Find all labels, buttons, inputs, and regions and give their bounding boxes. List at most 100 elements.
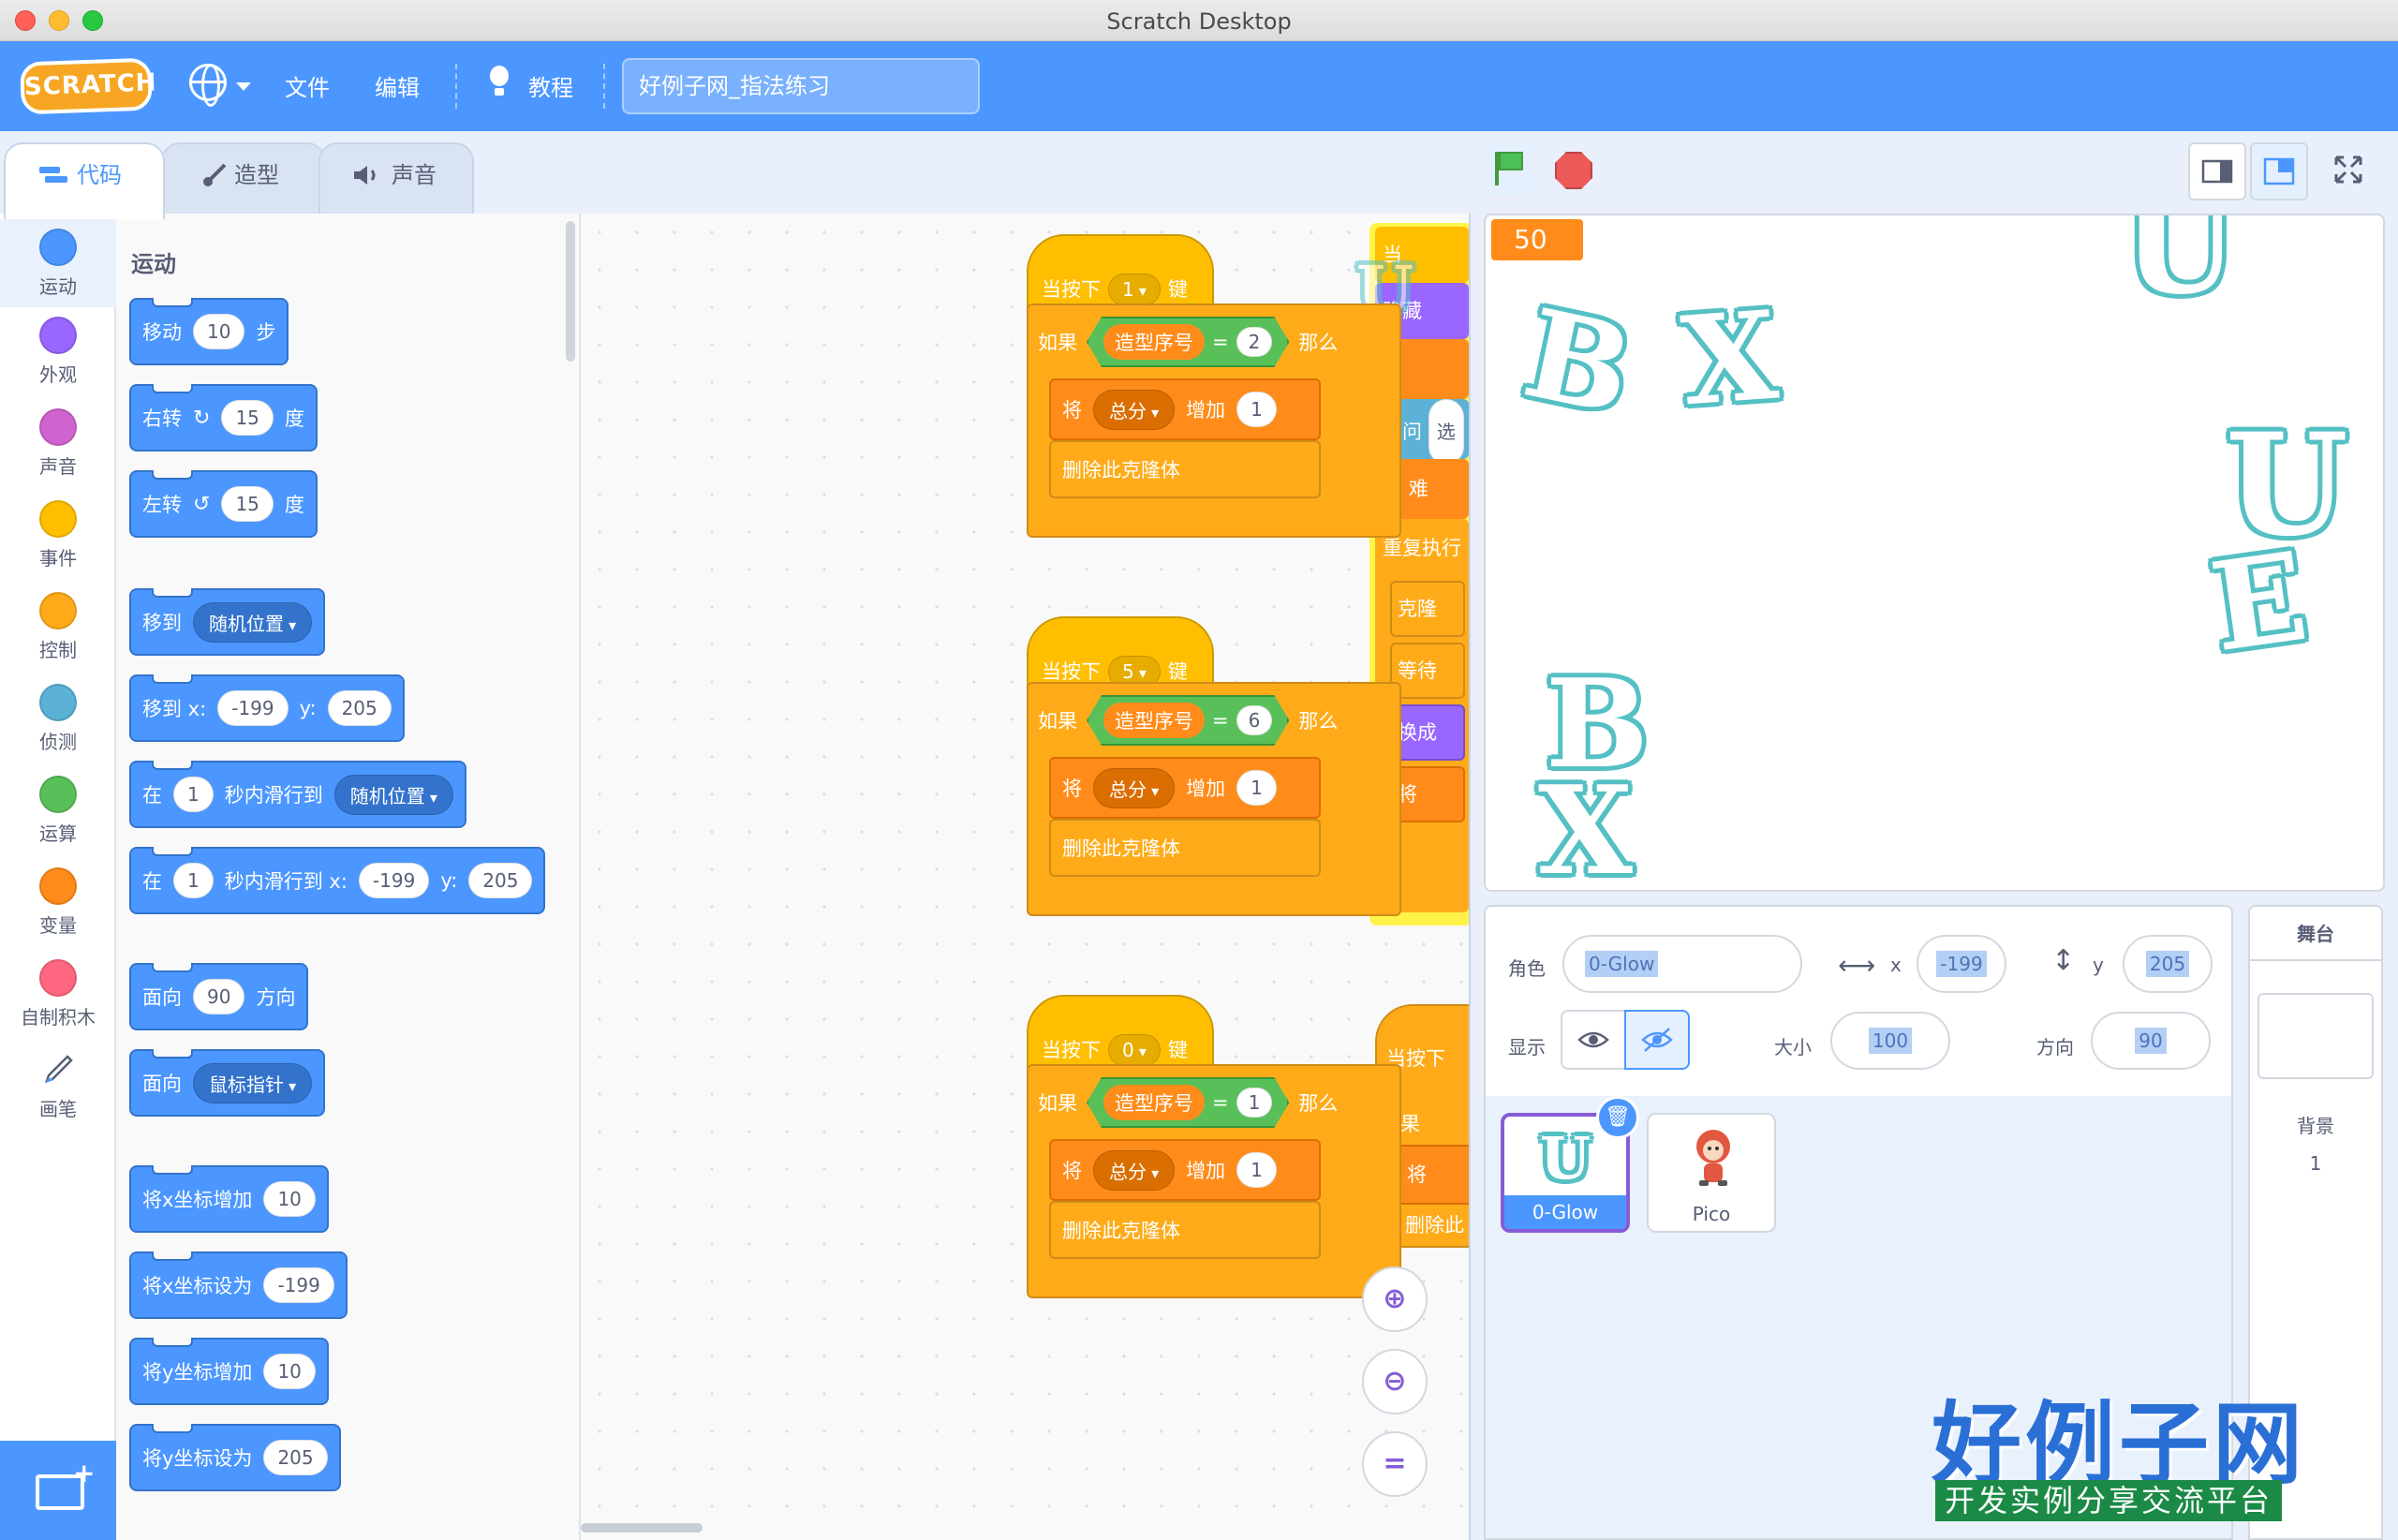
- if-then-block[interactable]: 如果造型序号=2那么 将总分增加1 删除此克隆体: [1027, 304, 1401, 538]
- file-menu[interactable]: 文件: [285, 69, 330, 102]
- looks-dot-icon: [39, 317, 77, 354]
- y-position-field[interactable]: 205: [2123, 935, 2213, 993]
- side-clone-block[interactable]: 克隆: [1390, 581, 1465, 637]
- x-arrows-icon: ⟷: [1838, 950, 1876, 981]
- category-looks[interactable]: 外观: [0, 317, 116, 387]
- equals-operator[interactable]: 造型序号 = 6: [1087, 695, 1289, 746]
- size-field[interactable]: 100: [1830, 1012, 1950, 1070]
- change-score-block[interactable]: 将总分增加1: [1049, 757, 1321, 819]
- equals-operator[interactable]: 造型序号 = 1: [1087, 1077, 1289, 1128]
- fullscreen-button[interactable]: [2321, 142, 2383, 200]
- tab-costumes-label: 造型: [234, 162, 279, 188]
- backdrop-label: 背景: [2297, 1115, 2334, 1137]
- rotate-left-icon: ↺: [193, 492, 211, 516]
- sprite-thumb-image: U: [1540, 1124, 1591, 1192]
- delete-sprite-icon[interactable]: 🗑: [1596, 1096, 1639, 1139]
- block-change-x[interactable]: 将x坐标增加 10: [129, 1165, 329, 1233]
- block-turn-left[interactable]: 左转 ↺ 15 度: [129, 470, 318, 538]
- sound-dot-icon: [39, 408, 77, 446]
- lightbulb-icon[interactable]: [485, 64, 513, 97]
- block-change-y[interactable]: 将y坐标增加 10: [129, 1338, 329, 1405]
- sprite-letter[interactable]: X: [1538, 759, 1633, 890]
- motion-dot-icon: [39, 229, 77, 266]
- block-turn-right[interactable]: 右转 ↻ 15 度: [129, 384, 318, 452]
- category-sound[interactable]: 声音: [0, 408, 116, 479]
- pico-sprite-image: [1696, 1130, 1730, 1186]
- language-globe-icon[interactable]: [189, 64, 227, 107]
- scratch-logo[interactable]: SCRATCH: [20, 57, 157, 115]
- add-extension-button[interactable]: [0, 1441, 116, 1540]
- zoom-reset-button[interactable]: =: [1362, 1431, 1428, 1497]
- category-motion[interactable]: 运动: [0, 219, 116, 307]
- window-title: Scratch Desktop: [1106, 8, 1292, 35]
- tab-code[interactable]: 代码: [4, 142, 165, 219]
- control-dot-icon: [39, 592, 77, 629]
- backdrop-count: 1: [2309, 1152, 2322, 1175]
- palette-scrollbar[interactable]: [566, 221, 575, 362]
- delete-clone-block[interactable]: 删除此克隆体: [1049, 440, 1321, 498]
- sprite-letter[interactable]: X: [1678, 284, 1782, 434]
- delete-clone-block[interactable]: 删除此克隆体: [1049, 819, 1321, 877]
- equals-operator[interactable]: 造型序号 = 2: [1087, 317, 1289, 367]
- tutorials-menu[interactable]: 教程: [528, 69, 573, 102]
- block-set-x[interactable]: 将x坐标设为 -199: [129, 1251, 348, 1319]
- category-my-blocks[interactable]: 自制积木: [0, 959, 116, 1029]
- category-control[interactable]: 控制: [0, 592, 116, 662]
- sprite-letter[interactable]: U: [2123, 215, 2237, 324]
- green-flag-button[interactable]: [1484, 142, 1532, 195]
- sprite-thumb-pico[interactable]: Pico: [1647, 1113, 1776, 1233]
- sprite-letter[interactable]: B: [1513, 281, 1643, 443]
- zoom-in-button[interactable]: ⊕: [1362, 1266, 1428, 1332]
- pen-icon: [45, 1055, 73, 1083]
- change-score-block[interactable]: 将总分增加1: [1049, 1139, 1321, 1201]
- category-operators[interactable]: 运算: [0, 776, 116, 846]
- category-sensing[interactable]: 侦测: [0, 684, 116, 754]
- variable-monitor: 50: [1491, 219, 1583, 260]
- eye-icon: [1577, 1031, 1609, 1048]
- zoom-out-button[interactable]: ⊖: [1362, 1349, 1428, 1414]
- show-sprite-button[interactable]: [1561, 1010, 1626, 1070]
- block-goto-xy[interactable]: 移到 x: -199 y: 205: [129, 674, 405, 742]
- block-move-steps[interactable]: 移动 10 步: [129, 298, 289, 365]
- tab-sounds[interactable]: 声音: [318, 142, 474, 217]
- project-title-input[interactable]: 好例子网_指法练习: [622, 58, 980, 114]
- window-titlebar: Scratch Desktop: [0, 0, 2398, 41]
- edit-menu[interactable]: 编辑: [375, 69, 420, 102]
- tab-costumes[interactable]: 造型: [161, 142, 326, 217]
- if-then-block[interactable]: 如果造型序号=6那么 将总分增加1 删除此克隆体: [1027, 682, 1401, 916]
- variables-dot-icon: [39, 867, 77, 905]
- block-point-direction[interactable]: 面向 90 方向: [129, 963, 309, 1030]
- hide-sprite-button[interactable]: [1624, 1010, 1690, 1070]
- script-workspace[interactable]: 当 隐藏 将 询问 选 将 难 重复执行 克隆 等待 换成 将 U 当按下 如果…: [581, 214, 1469, 1540]
- sprite-letter[interactable]: E: [2203, 525, 2315, 679]
- x-position-field[interactable]: -199: [1917, 935, 2006, 993]
- block-glide-xy[interactable]: 在 1 秒内滑行到 x: -199 y: 205: [129, 847, 546, 914]
- menu-bar: SCRATCH 文件 编辑 教程 好例子网_指法练习: [0, 41, 2398, 131]
- change-score-block[interactable]: 将总分增加1: [1049, 378, 1321, 440]
- block-glide-to[interactable]: 在 1 秒内滑行到 随机位置: [129, 761, 466, 828]
- sprite-label: 角色: [1508, 957, 1546, 980]
- stage-canvas[interactable]: 50 B X U U E B X: [1484, 214, 2385, 892]
- rotate-right-icon: ↻: [193, 406, 211, 430]
- delete-clone-block[interactable]: 删除此克隆体: [1049, 1201, 1321, 1259]
- language-chevron-down-icon[interactable]: [236, 82, 251, 91]
- normal-stage-button[interactable]: [2250, 142, 2308, 200]
- small-stage-icon: [2201, 159, 2233, 184]
- category-events[interactable]: 事件: [0, 500, 116, 570]
- if-then-block[interactable]: 如果造型序号=1那么 将总分增加1 删除此克隆体: [1027, 1064, 1401, 1298]
- sensing-dot-icon: [39, 684, 77, 721]
- stage-thumbnail[interactable]: [2257, 993, 2374, 1079]
- sprite-name-field[interactable]: 0-Glow: [1562, 935, 1802, 993]
- category-pen[interactable]: 画笔: [0, 1051, 116, 1121]
- workspace-scrollbar[interactable]: [581, 1523, 703, 1533]
- side-set-var-block[interactable]: 将: [1390, 766, 1465, 822]
- small-stage-button[interactable]: [2188, 142, 2246, 200]
- category-variables[interactable]: 变量: [0, 867, 116, 938]
- direction-label: 方向: [2036, 1036, 2074, 1059]
- tab-code-label: 代码: [77, 162, 122, 188]
- stop-button[interactable]: [1555, 152, 1592, 189]
- block-set-y[interactable]: 将y坐标设为 205: [129, 1424, 341, 1491]
- direction-field[interactable]: 90: [2091, 1012, 2211, 1070]
- block-goto[interactable]: 移到 随机位置: [129, 588, 326, 656]
- block-point-towards[interactable]: 面向 鼠标指针: [129, 1049, 326, 1117]
